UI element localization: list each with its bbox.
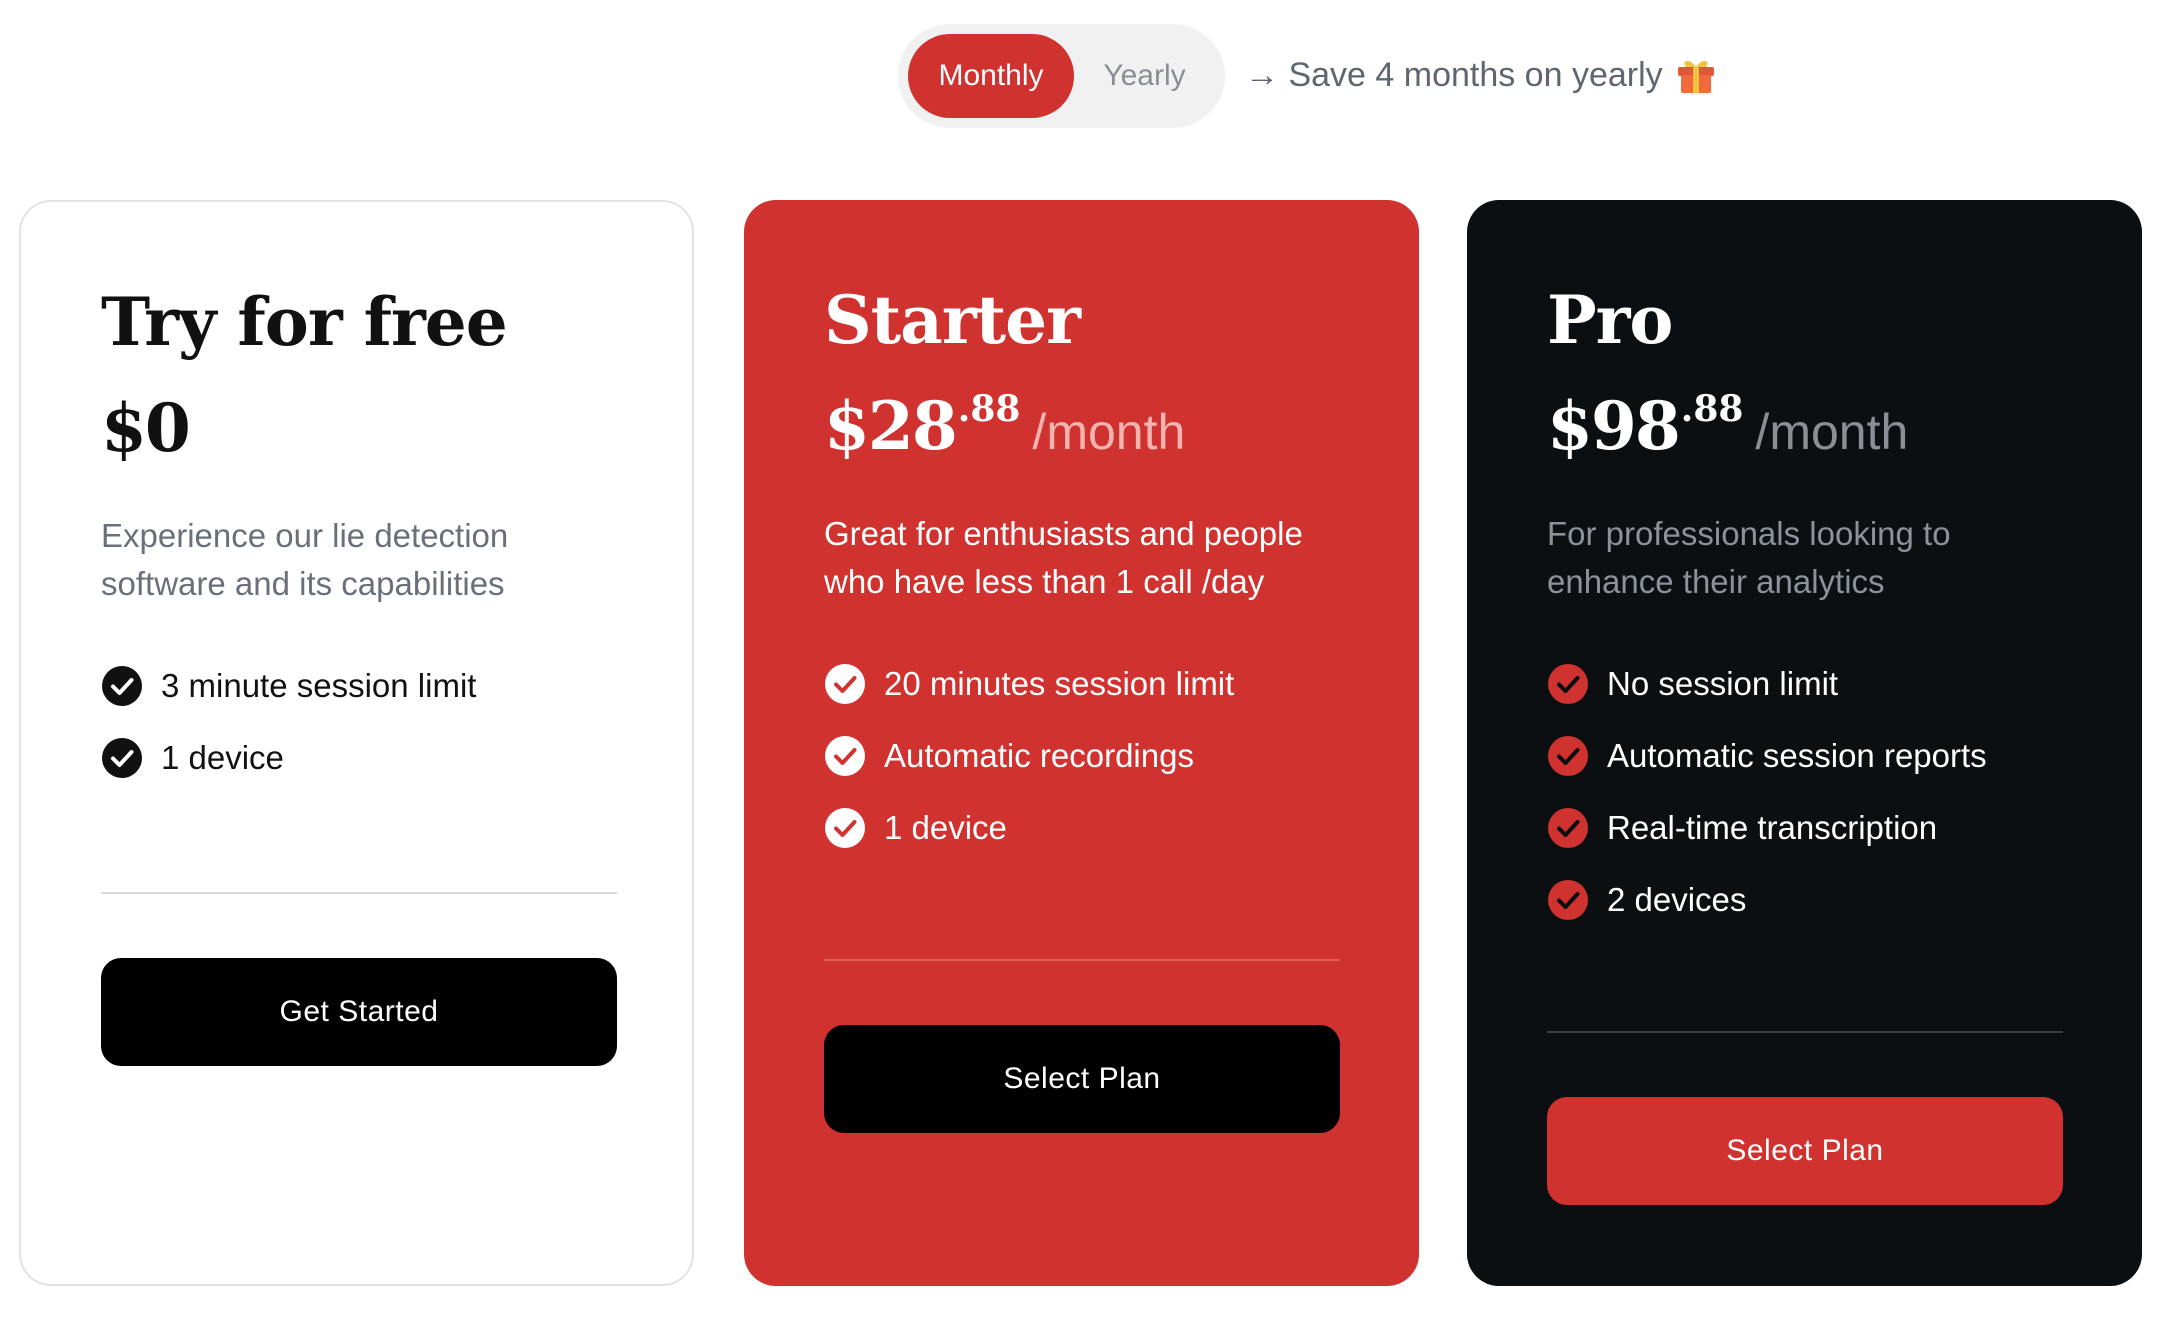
feature-list: 20 minutes session limit Automatic recor…: [824, 648, 1419, 864]
check-circle-icon: [102, 738, 142, 778]
feature-item: No session limit: [1547, 648, 2142, 720]
check-circle-icon: [102, 666, 142, 706]
feature-label: 2 devices: [1607, 881, 1747, 918]
plan-card-pro: Pro $98 .88 /month For professionals loo…: [1467, 200, 2142, 1286]
feature-item: Real-time transcription: [1547, 792, 2142, 864]
plan-name: Pro: [1547, 281, 1673, 359]
feature-item: Automatic recordings: [824, 720, 1419, 792]
divider: [824, 959, 1340, 961]
feature-label: 1 device: [884, 809, 1007, 846]
feature-item: 20 minutes session limit: [824, 648, 1419, 720]
feature-item: 1 device: [101, 722, 692, 794]
feature-list: No session limit Automatic session repor…: [1547, 648, 2142, 936]
feature-label: 3 minute session limit: [161, 667, 477, 704]
gift-icon: [1675, 55, 1717, 95]
pricing-page: Monthly Yearly → Save 4 months on yearly…: [0, 0, 2158, 1320]
feature-label: No session limit: [1607, 665, 1839, 702]
feature-item: 2 devices: [1547, 864, 2142, 936]
feature-item: Automatic session reports: [1547, 720, 2142, 792]
yearly-savings-text: → Save 4 months on yearly: [1245, 55, 1663, 94]
check-circle-icon: [825, 664, 865, 704]
get-started-button[interactable]: Get Started: [101, 958, 617, 1066]
plan-name: Starter: [824, 281, 1081, 359]
price-cents: .88: [1680, 388, 1744, 430]
select-plan-button[interactable]: Select Plan: [1547, 1097, 2063, 1205]
divider: [1547, 1031, 2063, 1033]
monthly-toggle-button[interactable]: Monthly: [908, 34, 1074, 118]
divider: [101, 892, 617, 894]
check-circle-icon: [1548, 880, 1588, 920]
feature-label: Automatic recordings: [884, 737, 1194, 774]
check-circle-icon: [825, 736, 865, 776]
yearly-toggle-button[interactable]: Yearly: [1074, 34, 1215, 118]
billing-toggle: Monthly Yearly: [898, 24, 1225, 128]
select-plan-button[interactable]: Select Plan: [824, 1025, 1340, 1133]
feature-label: 1 device: [161, 739, 284, 776]
price: $28 .88 /month: [824, 386, 1419, 476]
price-amount: $0: [101, 389, 191, 467]
feature-label: Automatic session reports: [1607, 737, 1987, 774]
price: $0: [101, 388, 692, 478]
yearly-savings-note: → Save 4 months on yearly: [1245, 50, 1717, 100]
feature-label: Real-time transcription: [1607, 809, 1938, 846]
feature-list: 3 minute session limit 1 device: [101, 650, 692, 794]
check-circle-icon: [825, 808, 865, 848]
feature-item: 3 minute session limit: [101, 650, 692, 722]
price-amount: $28: [824, 387, 958, 465]
plan-card-free: Try for free $0 Experience our lie detec…: [19, 200, 694, 1286]
plan-card-starter: Starter $28 .88 /month Great for enthusi…: [744, 200, 1419, 1286]
check-circle-icon: [1548, 736, 1588, 776]
price-amount: $98: [1547, 387, 1681, 465]
plan-name: Try for free: [101, 283, 508, 361]
feature-item: 1 device: [824, 792, 1419, 864]
check-circle-icon: [1548, 664, 1588, 704]
price: $98 .88 /month: [1547, 386, 2142, 476]
price-period: /month: [1032, 404, 1186, 460]
plan-description: Great for enthusiasts and people who hav…: [824, 515, 1303, 600]
plan-description: For professionals looking to enhance the…: [1547, 515, 1951, 600]
feature-label: 20 minutes session limit: [884, 665, 1235, 702]
price-cents: .88: [957, 388, 1021, 430]
plan-description: Experience our lie detection software an…: [101, 517, 509, 602]
check-circle-icon: [1548, 808, 1588, 848]
price-period: /month: [1755, 404, 1909, 460]
